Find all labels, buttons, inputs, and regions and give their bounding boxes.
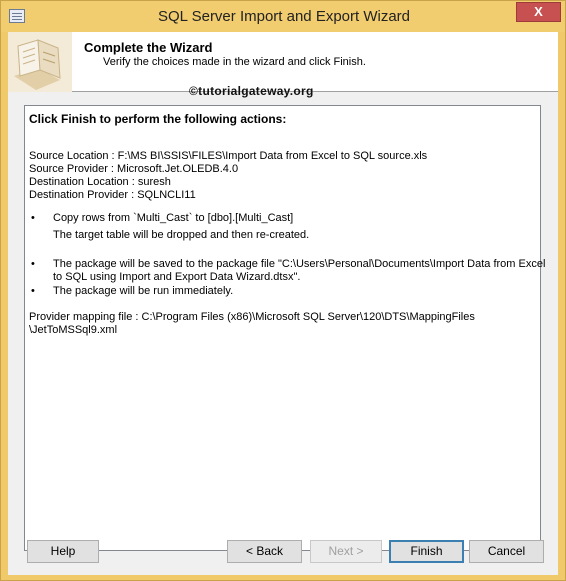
finish-button[interactable]: Finish bbox=[389, 540, 464, 563]
close-button[interactable]: X bbox=[516, 2, 561, 22]
source-provider: Source Provider : Microsoft.Jet.OLEDB.4.… bbox=[29, 163, 239, 175]
summary-report-box[interactable]: Click Finish to perform the following ac… bbox=[24, 105, 545, 551]
window-title: SQL Server Import and Export Wizard bbox=[157, 8, 411, 25]
source-location: Source Location : F:\MS BI\SSIS\FILES\Im… bbox=[29, 150, 428, 162]
watermark: ©tutorialgateway.org bbox=[189, 84, 314, 98]
copy-rows-action: Copy rows from `Multi_Cast` to [dbo].[Mu… bbox=[53, 212, 294, 224]
help-button[interactable]: Help bbox=[27, 540, 99, 563]
bullet-icon: • bbox=[31, 258, 35, 270]
copy-rows-note: The target table will be dropped and the… bbox=[53, 229, 310, 241]
mapping-file-cont: \JetToMSSql9.xml bbox=[29, 324, 118, 336]
back-button[interactable]: < Back bbox=[227, 540, 302, 563]
report-heading: Click Finish to perform the following ac… bbox=[29, 112, 287, 126]
title-bar: SQL Server Import and Export Wizard X bbox=[1, 1, 565, 32]
mapping-file: Provider mapping file : C:\Program Files… bbox=[29, 311, 475, 323]
wizard-banner-icon bbox=[8, 32, 72, 92]
bullet-icon: • bbox=[31, 212, 35, 224]
package-save-action-cont: to SQL using Import and Export Data Wiza… bbox=[53, 271, 301, 283]
destination-provider: Destination Provider : SQLNCLI11 bbox=[29, 189, 196, 201]
page-subtitle: Verify the choices made in the wizard an… bbox=[103, 56, 366, 68]
destination-location: Destination Location : suresh bbox=[29, 176, 171, 188]
wizard-client-area: Complete the Wizard Verify the choices m… bbox=[8, 32, 558, 575]
package-run-action: The package will be run immediately. bbox=[53, 285, 234, 297]
page-title: Complete the Wizard bbox=[84, 40, 213, 55]
bullet-icon: • bbox=[31, 285, 35, 297]
next-button[interactable]: Next > bbox=[310, 540, 382, 563]
package-save-action: The package will be saved to the package… bbox=[53, 258, 546, 270]
app-icon bbox=[9, 9, 25, 23]
wizard-header: Complete the Wizard Verify the choices m… bbox=[8, 32, 558, 92]
cancel-button[interactable]: Cancel bbox=[469, 540, 544, 563]
wizard-window: SQL Server Import and Export Wizard X Co… bbox=[0, 0, 566, 581]
